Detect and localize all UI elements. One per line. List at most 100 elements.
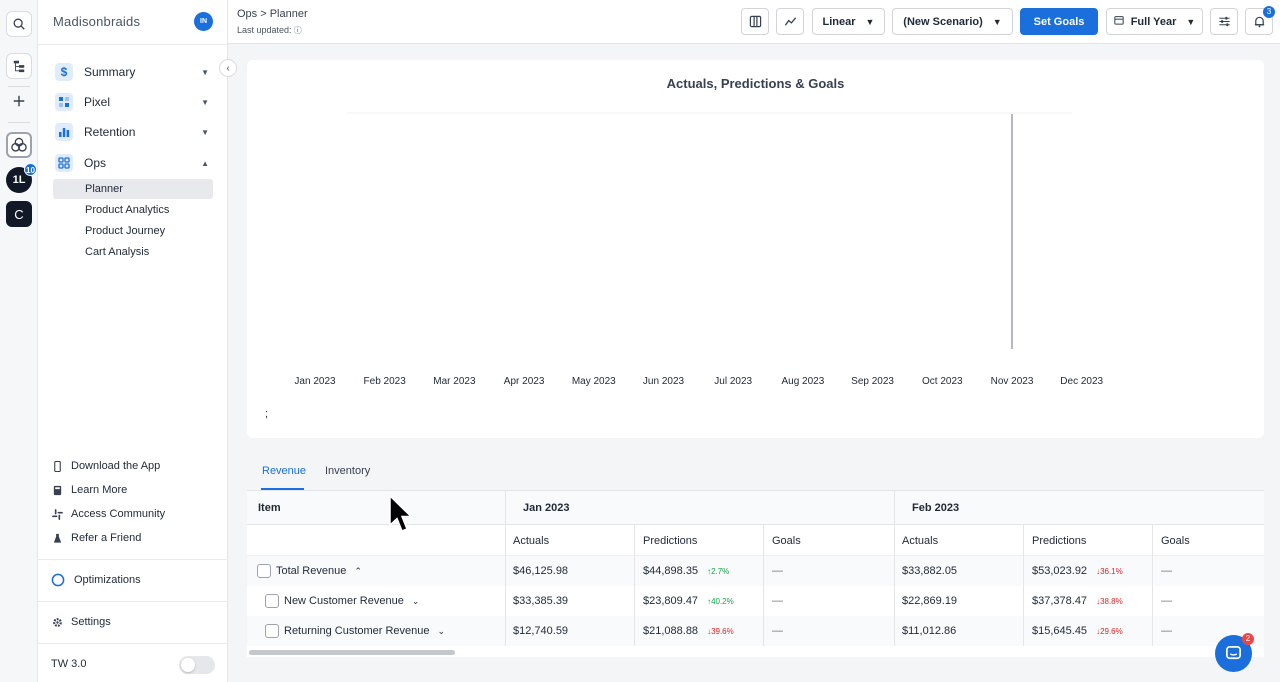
- sliders-icon: [1218, 16, 1230, 27]
- notifications-button[interactable]: 3: [1245, 6, 1275, 35]
- x-tick-label: Oct 2023: [922, 376, 963, 387]
- cell-actuals: $11,012.86: [902, 625, 957, 637]
- sidebar-item-pixel[interactable]: Pixel ▼: [55, 91, 215, 113]
- layout-toggle-button[interactable]: [741, 8, 769, 35]
- cell-goals[interactable]: —: [1161, 616, 1172, 646]
- store-switch-button[interactable]: [6, 132, 32, 158]
- chevron-down-icon: ▼: [201, 127, 209, 137]
- chat-icon: [1226, 646, 1241, 660]
- row-checbox[interactable]: [265, 594, 279, 608]
- version-label: TW 3.0: [51, 658, 87, 670]
- cell-goals[interactable]: —: [772, 586, 783, 616]
- access-community-link[interactable]: Access Community: [51, 505, 165, 523]
- sidebar-subitem-product-journey[interactable]: Product Journey: [53, 221, 213, 241]
- scenario-dropdown[interactable]: (New Scenario) ▼: [892, 8, 1013, 35]
- columns-icon: [749, 15, 761, 28]
- cell-goals[interactable]: —: [1161, 586, 1172, 616]
- app: 1L 10 C Madisonbraids IN $ Summary ▼ Pix…: [0, 0, 1280, 682]
- change-value: 39.6%: [711, 626, 734, 636]
- row-checkbox[interactable]: [265, 624, 279, 638]
- cell-goals[interactable]: —: [772, 616, 783, 646]
- learn-more-link[interactable]: Learn More: [51, 481, 127, 499]
- flask-icon: [51, 532, 63, 544]
- row-label-returning-customer-revenue[interactable]: Returning Customer Revenue ⌄: [265, 616, 445, 646]
- tab-inventory[interactable]: Inventory: [325, 465, 370, 477]
- access-community-label: Access Community: [71, 508, 166, 520]
- change-value: 38.8%: [1100, 596, 1123, 606]
- circle-icon: [51, 573, 65, 587]
- scale-dropdown[interactable]: Linear ▼: [812, 8, 885, 35]
- subheader-goals: Goals: [1161, 534, 1190, 547]
- hierarchy-rail-button[interactable]: [6, 53, 32, 79]
- cell-goals[interactable]: —: [772, 556, 783, 586]
- optimizations-link[interactable]: Optimizations: [51, 571, 141, 589]
- column-divider: [634, 525, 635, 646]
- cell-predictions: $53,023.92 ↓36.1%: [1032, 556, 1123, 586]
- settings-link[interactable]: Settings: [51, 613, 111, 631]
- collapse-sidebar-button[interactable]: ‹: [219, 59, 237, 77]
- tab-revenue[interactable]: Revenue: [262, 465, 306, 477]
- x-tick-label: Mar 2023: [433, 376, 476, 387]
- row-label-new-customer-revenue[interactable]: New Customer Revenue ⌄: [265, 586, 419, 616]
- x-tick-label: Sep 2023: [851, 376, 894, 387]
- search-rail-button[interactable]: [6, 11, 32, 37]
- help-chat-button[interactable]: 2: [1215, 633, 1254, 672]
- refer-friend-link[interactable]: Refer a Friend: [51, 529, 141, 547]
- change-badge: ↓29.6%: [1096, 626, 1123, 636]
- prediction-value: $44,898.35: [643, 565, 699, 577]
- app-c-button[interactable]: C: [6, 201, 32, 227]
- grid-icon: [55, 154, 73, 172]
- prediction-value: $21,088.88: [643, 625, 699, 637]
- sidebar-item-label: Ops: [84, 156, 107, 170]
- cell-actuals: $22,869.19: [902, 595, 958, 607]
- top-header: Ops > Planner Last updated: ⓘ Linear ▼ (N…: [228, 0, 1280, 44]
- chart-footnote: ;: [265, 408, 269, 420]
- divider: [38, 601, 228, 602]
- chevron-up-icon: ▲: [201, 158, 209, 168]
- chart-toggle-button[interactable]: [776, 8, 804, 35]
- sidebar-subitem-cart-analysis[interactable]: Cart Analysis: [53, 242, 213, 262]
- cell-predictions: $21,088.88 ↓39.6%: [643, 616, 734, 646]
- prediction-value: $37,378.47: [1032, 595, 1088, 607]
- sidebar-item-retention[interactable]: Retention ▼: [55, 121, 215, 143]
- row-label-total-revenue[interactable]: Total Revenue ⌃: [257, 556, 362, 586]
- gear-icon: [51, 616, 63, 628]
- sidebar-item-label: Summary: [84, 65, 136, 79]
- app-rail: 1L 10 C: [0, 0, 38, 682]
- rail-divider: [8, 122, 30, 123]
- sidebar-item-summary[interactable]: $ Summary ▼: [55, 61, 215, 83]
- x-tick-label: May 2023: [571, 376, 616, 387]
- add-store-button[interactable]: [6, 88, 32, 114]
- sidebar-subitem-product-analytics[interactable]: Product Analytics: [53, 200, 213, 220]
- horizontal-scrollbar[interactable]: [249, 650, 455, 655]
- optimizations-label: Optimizations: [74, 574, 141, 586]
- cell-goals[interactable]: —: [1161, 556, 1172, 586]
- calendar-icon: [1114, 15, 1124, 28]
- sidebar-item-ops[interactable]: Ops ▲: [55, 152, 215, 174]
- cell-predictions: $15,645.45 ↓29.6%: [1032, 616, 1123, 646]
- dollar-icon: $: [55, 63, 73, 81]
- version-toggle[interactable]: [179, 656, 215, 674]
- row-checkbox[interactable]: [257, 564, 271, 578]
- set-goals-button[interactable]: Set Goals: [1020, 8, 1098, 35]
- avatar[interactable]: IN: [194, 12, 213, 31]
- brand-app-logo: 1L: [12, 174, 26, 186]
- x-tick-label: Jan 2023: [294, 376, 336, 387]
- row-label: New Customer Revenue: [284, 595, 404, 607]
- help-unread-badge: 2: [1242, 633, 1254, 645]
- change-value: 29.6%: [1100, 626, 1123, 636]
- change-value: 2.7%: [711, 566, 730, 576]
- chevron-down-icon: ▼: [1186, 16, 1196, 27]
- column-header-feb: Feb 2023: [912, 501, 960, 514]
- subheader-actuals: Actuals: [513, 534, 550, 547]
- download-app-link[interactable]: Download the App: [51, 457, 160, 475]
- brand-app-button[interactable]: 1L 10: [6, 163, 37, 193]
- bar-chart-icon: [55, 123, 73, 141]
- sidebar-subitem-planner[interactable]: Planner: [53, 179, 213, 199]
- period-dropdown[interactable]: Full Year ▼: [1106, 8, 1203, 35]
- filters-button[interactable]: [1210, 8, 1238, 35]
- x-tick-label: Feb 2023: [363, 376, 406, 387]
- refer-friend-label: Refer a Friend: [71, 532, 142, 544]
- period-value: Full Year: [1130, 15, 1177, 28]
- plus-icon: [13, 95, 25, 107]
